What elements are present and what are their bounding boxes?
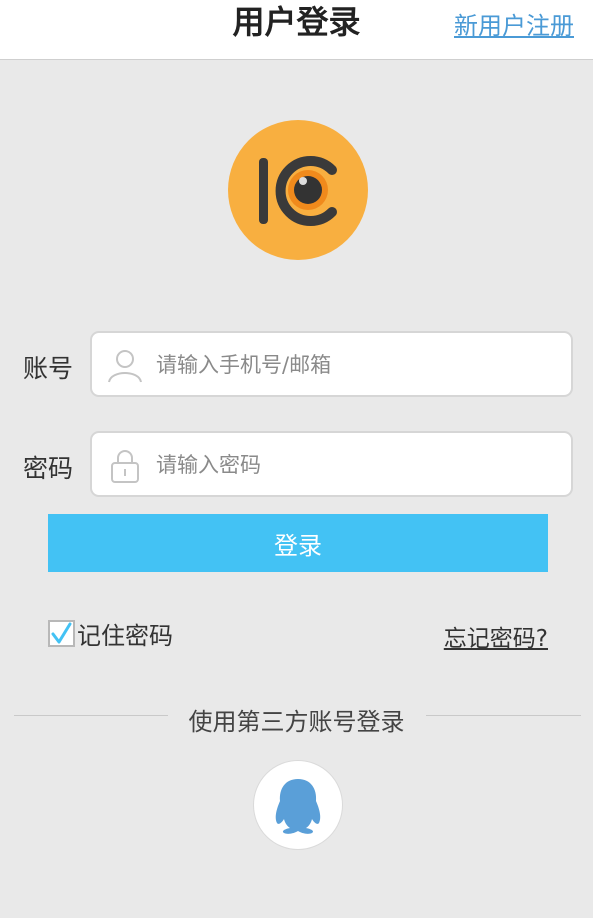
password-label: 密码 [23,454,74,483]
register-link[interactable]: 新用户注册 [454,6,574,41]
account-label: 账号 [23,354,74,383]
forgot-password-link[interactable]: 忘记密码? [444,619,548,653]
qq-login-button[interactable] [253,760,343,850]
password-row: 密码 [0,431,593,497]
account-row: 账号 [0,331,593,397]
third-party-label: 使用第三方账号登录 [188,708,405,736]
remember-checkbox[interactable] [48,619,75,647]
camera-eye-logo-icon [259,156,337,226]
lock-icon [111,450,139,483]
account-input[interactable] [156,343,556,387]
remember-label: 记住密码 [77,621,173,650]
remember-password[interactable]: 记住密码 [48,618,173,650]
password-input-box[interactable] [90,431,573,497]
login-button[interactable]: 登录 [48,514,548,572]
checkmark-icon [51,622,72,643]
password-input[interactable] [156,443,556,487]
qq-icon [275,779,321,834]
app-logo [228,120,368,260]
user-icon [108,350,142,383]
header-bar: 用户登录 新用户注册 [0,0,593,60]
account-input-box[interactable] [90,331,573,397]
